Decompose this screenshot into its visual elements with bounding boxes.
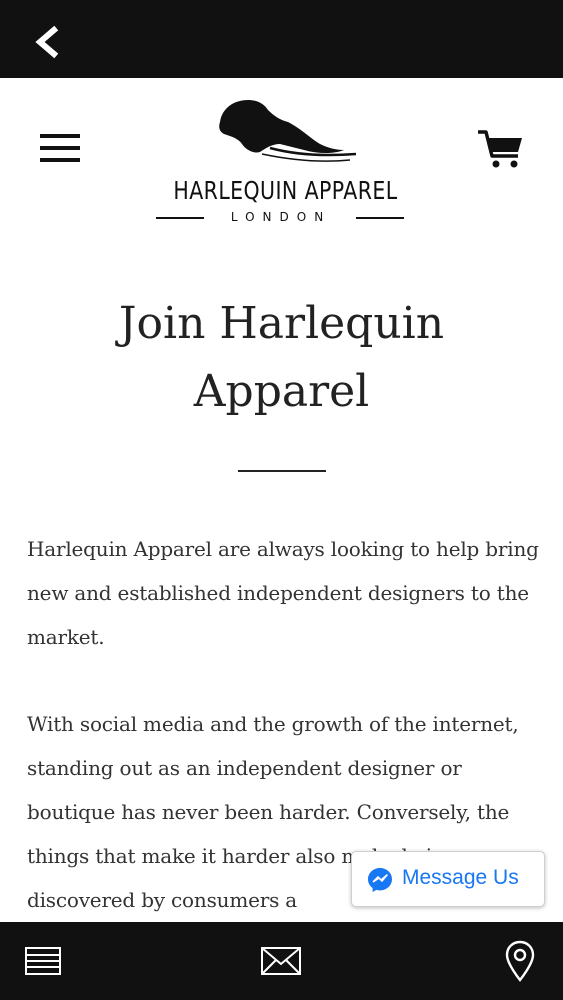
dog-logo-icon xyxy=(219,100,357,162)
top-app-bar xyxy=(0,0,563,78)
hamburger-menu-icon xyxy=(40,134,80,162)
site-header: HARLEQUIN APPAREL LONDON xyxy=(0,78,563,238)
brand-name: HARLEQUIN APPAREL xyxy=(173,176,398,205)
message-us-label: Message Us xyxy=(402,866,519,889)
title-divider xyxy=(238,470,326,472)
menu-button[interactable] xyxy=(38,130,84,166)
page-title-line2: Apparel xyxy=(193,366,370,417)
divider-right xyxy=(356,217,404,219)
brand-logo[interactable]: HARLEQUIN APPAREL LONDON xyxy=(150,92,410,224)
nav-list-button[interactable] xyxy=(20,938,68,986)
message-us-button[interactable]: Message Us xyxy=(351,851,545,907)
cart-button[interactable] xyxy=(474,126,528,170)
intro-paragraph: Harlequin Apparel are always looking to … xyxy=(27,537,539,649)
back-button[interactable] xyxy=(28,22,68,62)
brand-location-line: LONDON xyxy=(156,210,406,226)
map-pin-icon xyxy=(505,940,535,982)
nav-location-button[interactable] xyxy=(496,938,544,986)
page-title: Join Harlequin Apparel xyxy=(40,290,523,426)
messenger-icon xyxy=(368,868,392,892)
chevron-left-icon xyxy=(35,25,59,59)
bottom-nav-bar xyxy=(0,922,563,1000)
shopping-cart-icon xyxy=(478,130,522,168)
list-icon xyxy=(25,947,61,975)
nav-mail-button[interactable] xyxy=(257,938,305,986)
page-title-line1: Join Harlequin xyxy=(118,298,445,349)
envelope-icon xyxy=(261,947,301,975)
